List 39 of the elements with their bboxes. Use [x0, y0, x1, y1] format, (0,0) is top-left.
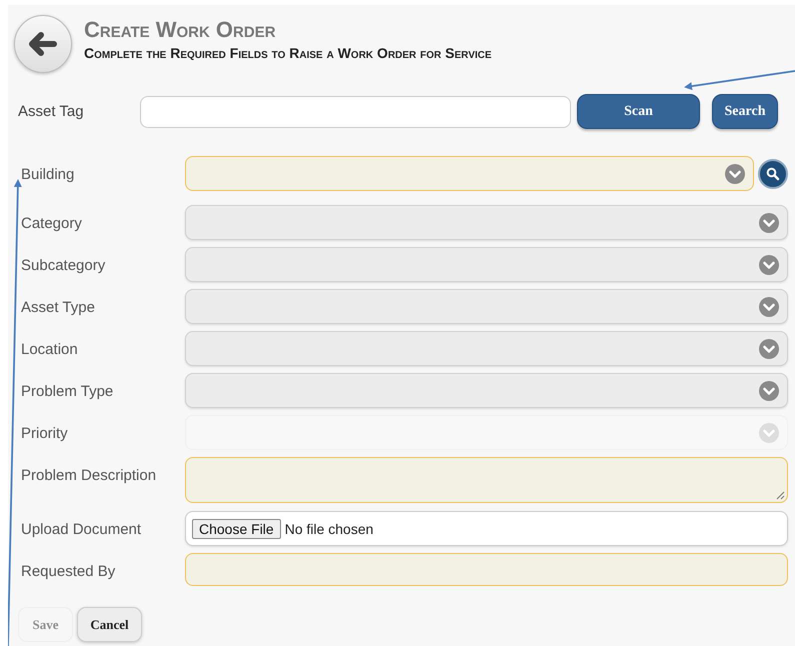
dropdown-field[interactable]	[185, 247, 788, 282]
page-title: Create Work Order	[84, 17, 277, 43]
dropdown-field[interactable]	[185, 331, 788, 366]
dropdown-field[interactable]	[185, 373, 788, 408]
resize-grip-icon[interactable]	[776, 491, 785, 500]
dropdown-field[interactable]	[185, 289, 788, 324]
field-label: Subcategory	[21, 256, 106, 274]
input-field[interactable]	[140, 96, 571, 128]
chevron-down-icon	[759, 296, 779, 316]
field-label: Problem Description	[21, 466, 158, 484]
field-label: Location	[21, 340, 79, 358]
field-label: Category	[21, 214, 83, 232]
chevron-down-icon	[759, 212, 779, 232]
back-arrow-icon	[29, 32, 57, 56]
field-label: Upload Document	[21, 520, 142, 538]
dropdown-field[interactable]	[185, 156, 754, 191]
choose-file-button[interactable]: Choose File	[192, 518, 281, 538]
back-button[interactable]	[14, 15, 72, 73]
chevron-down-icon	[759, 380, 779, 400]
page-subtitle: Complete the Required Fields to Raise a Work Order for Service	[84, 45, 492, 61]
file-field[interactable]: Choose File No file chosen	[185, 511, 788, 546]
file-status: No file chosen	[284, 520, 374, 536]
field-label: Building	[21, 165, 76, 183]
field-label: Asset Type	[21, 298, 96, 316]
chevron-down-icon	[725, 164, 745, 184]
input-field[interactable]	[185, 553, 788, 586]
field-label: Asset Tag	[18, 103, 85, 120]
field-label: Requested By	[21, 562, 116, 580]
chevron-down-icon	[759, 338, 779, 358]
field-label: Priority	[21, 424, 69, 442]
search-button[interactable]: Search	[712, 94, 778, 129]
search-button[interactable]	[758, 158, 788, 188]
cancel-button[interactable]: Cancel	[77, 607, 142, 642]
scan-button[interactable]: Scan	[577, 94, 700, 129]
chevron-down-icon	[759, 422, 779, 442]
search-icon	[766, 166, 780, 180]
field-label: Problem Type	[21, 382, 114, 400]
chevron-down-icon	[759, 254, 779, 274]
dropdown-field[interactable]	[185, 205, 788, 240]
